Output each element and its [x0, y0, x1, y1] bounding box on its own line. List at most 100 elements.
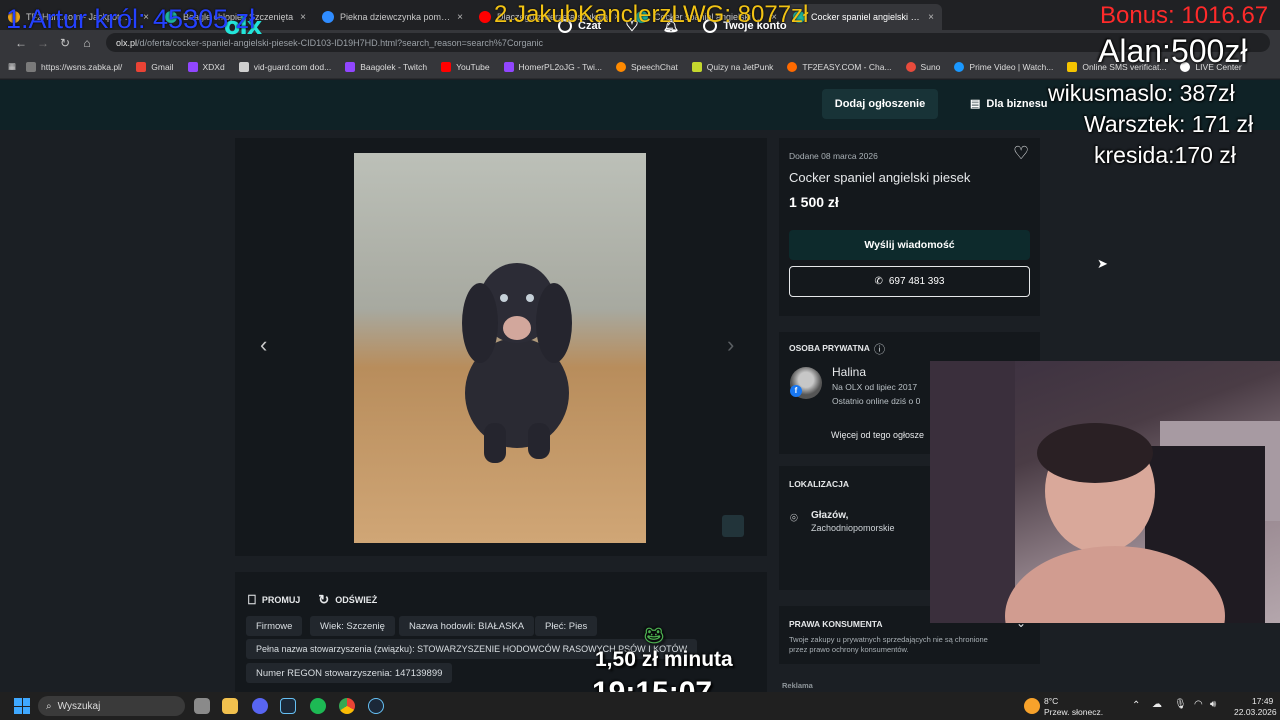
url-host: olx.pl [116, 37, 138, 48]
seller-name[interactable]: Halina [832, 365, 866, 379]
add-listing-button[interactable]: Dodaj ogłoszenie [822, 89, 938, 119]
webcam-feed [930, 361, 1280, 623]
microphone-icon[interactable]: 🎙︎ [1174, 699, 1187, 710]
param-chip: Numer REGON stowarzyszenia: 147139899 [246, 663, 453, 683]
taskbar-search[interactable]: ⌕ Wyszukaj [38, 696, 185, 716]
bookmark-icon [905, 61, 916, 72]
gallery-next-icon[interactable]: › [727, 332, 734, 358]
bookmark[interactable]: Baagolek - Twitch [345, 61, 428, 72]
overlay-emote-icon: 🐸︎ [644, 628, 665, 645]
bookmark-icon [787, 61, 798, 72]
tab[interactable]: Piekna dziewczynka pomerania × [314, 4, 471, 30]
url-input[interactable]: olx.pl/d/oferta/cocker-spaniel-angielski… [106, 33, 1270, 52]
url-path: /d/oferta/cocker-spaniel-angielski-piese… [137, 37, 543, 48]
bookmark-label: vid-guard.com dod... [253, 61, 332, 72]
spotify-icon[interactable] [310, 698, 326, 714]
bookmark[interactable]: vid-guard.com dod... [238, 61, 332, 72]
bookmark[interactable]: XDXd [187, 61, 225, 72]
seller-more-link[interactable]: Więcej od tego ogłosze [831, 430, 924, 440]
bookmark[interactable]: https://wsns.zabka.pl/ [26, 61, 122, 72]
bookmark-label: Suno [920, 61, 941, 72]
business-label: Dla biznesu [986, 97, 1048, 110]
promote-label: PROMUJ [261, 595, 301, 605]
business-link[interactable]: ▤ Dla biznesu [970, 97, 1048, 111]
listing-photo[interactable] [354, 153, 646, 543]
param-chip: Firmowe [246, 616, 303, 636]
bookmark[interactable]: YouTube [441, 61, 490, 72]
steam-icon[interactable] [368, 698, 384, 714]
listing-date: Dodane 08 marca 2026 [789, 151, 878, 161]
home-icon[interactable]: ⌂ [76, 36, 98, 50]
bookmark-icon [136, 61, 147, 72]
location-section-title: LOKALIZACJA [789, 479, 849, 489]
tab-label: Piekna dziewczynka pomerania [340, 12, 451, 22]
bookmark[interactable]: Gmail [136, 61, 174, 72]
steam-icon[interactable] [280, 698, 296, 714]
info-icon[interactable]: ⓘ [874, 341, 885, 357]
tab-favicon-icon [479, 11, 491, 23]
bookmark-label: HomerPL2oJG - Twi... [518, 61, 602, 72]
tray-chevron-icon[interactable]: ⌃ [1132, 700, 1140, 711]
task-view-icon[interactable] [194, 698, 210, 714]
phone-icon: ✆ [874, 276, 883, 287]
bookmark[interactable]: SpeechChat [616, 61, 678, 72]
send-message-button[interactable]: Wyślij wiadomość [789, 230, 1030, 260]
phone-button[interactable]: ✆ 697 481 393 [789, 266, 1030, 297]
wifi-icon[interactable]: ◠ [1194, 699, 1203, 710]
overlay-rank-1: 1.Artur król: 45305 zł [6, 4, 256, 34]
back-icon[interactable]: ← [10, 36, 32, 50]
bookmark-icon [691, 61, 702, 72]
overlay-donor: Warsztek: 171 zł [1084, 111, 1254, 137]
streamer-image [930, 361, 1280, 623]
volume-icon[interactable]: 🔊︎ [1210, 699, 1216, 710]
param-chip: Wiek: Szczenię [310, 616, 395, 636]
bookmark-icon: ⎕ [248, 592, 256, 607]
puppy-image [462, 263, 572, 463]
reload-icon[interactable]: ↻ [54, 36, 76, 50]
bookmark-label: Baagolek - Twitch [360, 61, 428, 72]
clock-date[interactable]: 22.03.2026 [1234, 707, 1277, 717]
tab-close-icon[interactable]: × [300, 12, 306, 23]
windows-start-icon[interactable] [14, 698, 30, 714]
search-icon: ⌕ [46, 700, 52, 712]
business-icon: ▤ [970, 98, 981, 110]
overlay-donor: Alan:500zł [1098, 33, 1248, 69]
overlay-donor: kresida:170 zł [1094, 142, 1236, 168]
seller-since: Na OLX od lipiec 2017 [832, 382, 918, 392]
weather-temp: 8°C [1044, 696, 1059, 706]
discord-icon[interactable] [252, 698, 268, 714]
bookmark-icon [1067, 61, 1078, 72]
bookmark[interactable]: Suno [905, 61, 941, 72]
tray-cloud-icon[interactable]: ☁ [1152, 699, 1162, 710]
forward-icon[interactable]: → [32, 36, 54, 50]
bookmark-icon [954, 61, 965, 72]
consumer-text: Twoje zakupy u prywatnych sprzedających … [789, 635, 988, 644]
bookmark-icon [238, 61, 249, 72]
overlay-rate: 1,50 zł minuta [595, 648, 733, 671]
clock-time[interactable]: 17:49 [1252, 696, 1273, 706]
seller-last-online: Ostatnio online dziś o 0 [832, 396, 921, 406]
tab-label: Cocker spaniel angielski piesek [811, 12, 923, 22]
bookmark-label: Prime Video | Watch... [969, 61, 1054, 72]
location-region: Zachodniopomorskie [811, 523, 895, 533]
promote-button[interactable]: ⎕ PROMUJ [248, 592, 300, 608]
bookmark[interactable]: Prime Video | Watch... [954, 61, 1054, 72]
gallery-prev-icon[interactable]: ‹ [260, 332, 267, 358]
tab-close-icon[interactable]: × [457, 12, 463, 23]
weather-icon[interactable] [1024, 698, 1040, 714]
location-pin-icon: ⌾ [790, 510, 798, 525]
apps-icon[interactable]: ▦ [8, 61, 16, 72]
gallery-fullscreen-icon[interactable] [722, 515, 744, 537]
bookmark-icon [503, 61, 514, 72]
tab-close-icon[interactable]: × [928, 12, 934, 23]
refresh-button[interactable]: ↻ ODŚWIEŻ [318, 592, 377, 608]
file-explorer-icon[interactable] [222, 698, 238, 714]
listing-price: 1 500 zł [789, 194, 839, 210]
bookmark[interactable]: HomerPL2oJG - Twi... [503, 61, 602, 72]
bookmark[interactable]: TF2EASY.COM - Cha... [787, 61, 892, 72]
chrome-icon[interactable] [339, 698, 355, 714]
seller-section-title: OSOBA PRYWATNA [789, 343, 870, 353]
mouse-cursor-icon: ➤ [1097, 256, 1108, 271]
favorite-icon[interactable]: ♡ [1013, 143, 1029, 164]
bookmark[interactable]: Quizy na JetPunk [691, 61, 773, 72]
